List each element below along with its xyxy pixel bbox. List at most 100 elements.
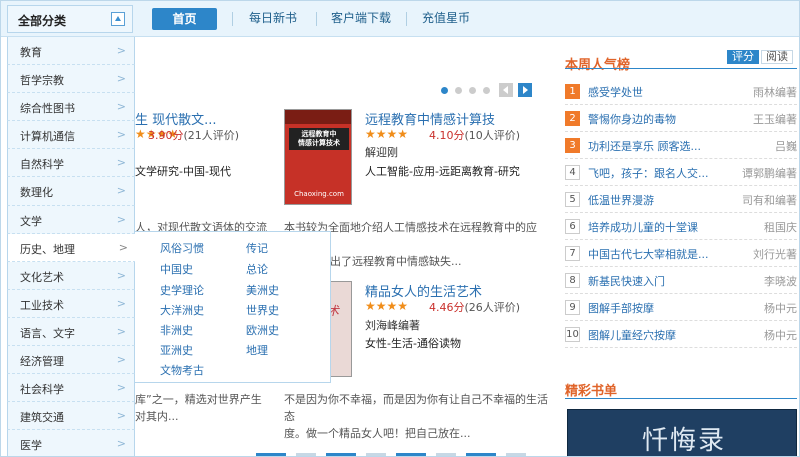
- category-item[interactable]: 社会科学 >: [7, 374, 135, 403]
- ranking-row[interactable]: 3 功利还是享乐 顾客选... 吕巍: [565, 132, 797, 159]
- category-label: 自然科学: [20, 158, 64, 172]
- category-item[interactable]: 经济管理 >: [7, 346, 135, 375]
- category-label: 社会科学: [20, 383, 64, 397]
- rating-stars: ★★★★: [365, 127, 409, 141]
- category-item[interactable]: 工业技术 >: [7, 289, 135, 318]
- category-item[interactable]: 语言、文字 >: [7, 317, 135, 347]
- ranking-row[interactable]: 4 飞吧，孩子：跟名人交... 谭郭鹏编著: [565, 159, 797, 186]
- submenu-link[interactable]: 中国史: [160, 261, 193, 277]
- submenu-link[interactable]: 风俗习惯: [160, 240, 204, 256]
- category-item[interactable]: 哲学宗教 >: [7, 65, 135, 94]
- ranking-row[interactable]: 6 培养成功儿童的十堂课 租国庆: [565, 213, 797, 240]
- category-label: 文学: [20, 214, 42, 228]
- book-title[interactable]: 远程教育中情感计算技: [365, 109, 495, 128]
- nav-divider: [232, 12, 233, 26]
- category-item[interactable]: 医学 >: [7, 430, 135, 456]
- chevron-right-icon: >: [116, 324, 126, 338]
- carousel-dot-active[interactable]: [441, 87, 448, 94]
- rank-book-title[interactable]: 图解手部按摩: [588, 300, 654, 316]
- book-author: 刘海峰编著: [365, 319, 420, 332]
- submenu-link[interactable]: 美洲史: [246, 282, 279, 298]
- rank-book-title[interactable]: 新基民快速入门: [588, 273, 665, 289]
- ranking-row[interactable]: 10 图解儿童经穴按摩 杨中元: [565, 321, 797, 348]
- submenu-link[interactable]: 亚洲史: [160, 342, 193, 358]
- category-label: 语言、文字: [20, 326, 75, 340]
- book-title[interactable]: 精品女人的生活艺术: [365, 281, 482, 300]
- ranking-row[interactable]: 5 低温世界漫游 司有和编著: [565, 186, 797, 213]
- submenu-link[interactable]: 大洋洲史: [160, 302, 204, 318]
- nav-home[interactable]: 首页: [152, 8, 217, 30]
- chevron-right-icon: >: [116, 184, 126, 198]
- ranking-row[interactable]: 9 图解手部按摩 杨中元: [565, 294, 797, 321]
- rank-author: 杨中元: [764, 329, 797, 342]
- desc-line: 度。做一个精品女人吧！把自己放在...: [284, 427, 471, 440]
- cover-title: 远程教育中 情感计算技术: [289, 128, 349, 150]
- submenu-link[interactable]: 总论: [246, 261, 268, 277]
- carousel-next-button[interactable]: [518, 83, 532, 97]
- category-item[interactable]: 文学 >: [7, 205, 135, 234]
- rank-book-title[interactable]: 感受学处世: [588, 84, 643, 100]
- category-label: 文化艺术: [20, 270, 64, 284]
- category-item[interactable]: 综合性图书 >: [7, 93, 135, 122]
- category-item[interactable]: 文化艺术 >: [7, 261, 135, 290]
- rank-number: 10: [565, 327, 580, 342]
- tab-reading[interactable]: 阅读: [761, 50, 793, 64]
- rank-number: 1: [565, 84, 580, 99]
- ranking-row[interactable]: 2 警惕你身边的毒物 王玉编著: [565, 105, 797, 132]
- submenu-link[interactable]: 非洲史: [160, 322, 193, 338]
- submenu-link[interactable]: 世界史: [246, 302, 279, 318]
- rank-book-title[interactable]: 中国古代七大宰相就是...: [588, 246, 709, 262]
- rating-count: (21人评价): [183, 129, 240, 142]
- ranking-row[interactable]: 1 感受学处世 雨林编著: [565, 78, 797, 105]
- rank-number: 5: [565, 192, 580, 207]
- featured-divider: [565, 398, 797, 399]
- featured-book-cover[interactable]: 忏悔录: [567, 409, 797, 456]
- carousel-prev-button[interactable]: [499, 83, 513, 97]
- cover-site: Chaoxing.com: [294, 190, 344, 198]
- rank-number: 8: [565, 273, 580, 288]
- rank-author: 雨林编著: [753, 86, 797, 99]
- category-item[interactable]: 教育 >: [7, 37, 135, 66]
- submenu-link[interactable]: 地理: [246, 342, 268, 358]
- nav-daily-new-books[interactable]: 每日新书: [249, 9, 297, 29]
- rating-score: 4.46分: [429, 301, 465, 314]
- ranking-row[interactable]: 8 新基民快速入门 李晓波: [565, 267, 797, 294]
- category-label: 经济管理: [20, 355, 64, 369]
- rank-book-title[interactable]: 低温世界漫游: [588, 192, 654, 208]
- category-label: 建筑交通: [20, 411, 64, 425]
- rank-book-title[interactable]: 图解儿童经穴按摩: [588, 327, 676, 343]
- category-item-active[interactable]: 历史、地理 >: [7, 233, 136, 262]
- category-label: 历史、地理: [20, 242, 75, 256]
- rank-author: 李晓波: [764, 275, 797, 288]
- category-item[interactable]: 计算机通信 >: [7, 121, 135, 150]
- book-title[interactable]: 生 现代散文...: [135, 109, 217, 128]
- book-rating: 3.90分(21人评价): [148, 127, 239, 143]
- category-item[interactable]: 数理化 >: [7, 177, 135, 206]
- rank-author: 吕巍: [775, 140, 797, 153]
- carousel-dot[interactable]: [455, 87, 462, 94]
- rank-book-title[interactable]: 飞吧，孩子：跟名人交...: [588, 165, 709, 181]
- all-categories-header[interactable]: 全部分类: [7, 5, 133, 33]
- category-item[interactable]: 建筑交通 >: [7, 402, 135, 431]
- chevron-right-icon: >: [118, 240, 128, 254]
- rating-stars: ★★★★: [365, 299, 409, 313]
- submenu-link[interactable]: 传记: [246, 240, 268, 256]
- nav-recharge[interactable]: 充值星币: [422, 9, 470, 29]
- rank-book-title[interactable]: 培养成功儿童的十堂课: [588, 219, 698, 235]
- category-item[interactable]: 自然科学 >: [7, 149, 135, 178]
- rank-book-title[interactable]: 功利还是享乐 顾客选...: [588, 138, 701, 154]
- carousel-dot[interactable]: [483, 87, 490, 94]
- rating-score: 3.90分: [148, 129, 184, 142]
- nav-client-download[interactable]: 客户端下载: [331, 9, 391, 29]
- submenu-link[interactable]: 欧洲史: [246, 322, 279, 338]
- chevron-right-icon: >: [116, 381, 126, 395]
- ranking-row[interactable]: 7 中国古代七大宰相就是... 刘行光著: [565, 240, 797, 267]
- book-cover[interactable]: 远程教育中 情感计算技术 Chaoxing.com: [284, 109, 352, 205]
- submenu-link[interactable]: 史学理论: [160, 282, 204, 298]
- carousel-dot[interactable]: [469, 87, 476, 94]
- submenu-link[interactable]: 文物考古: [160, 362, 204, 378]
- rank-book-title[interactable]: 警惕你身边的毒物: [588, 111, 676, 127]
- rank-number: 2: [565, 111, 580, 126]
- collapse-up-icon[interactable]: [111, 12, 125, 26]
- tab-rating[interactable]: 评分: [727, 50, 759, 64]
